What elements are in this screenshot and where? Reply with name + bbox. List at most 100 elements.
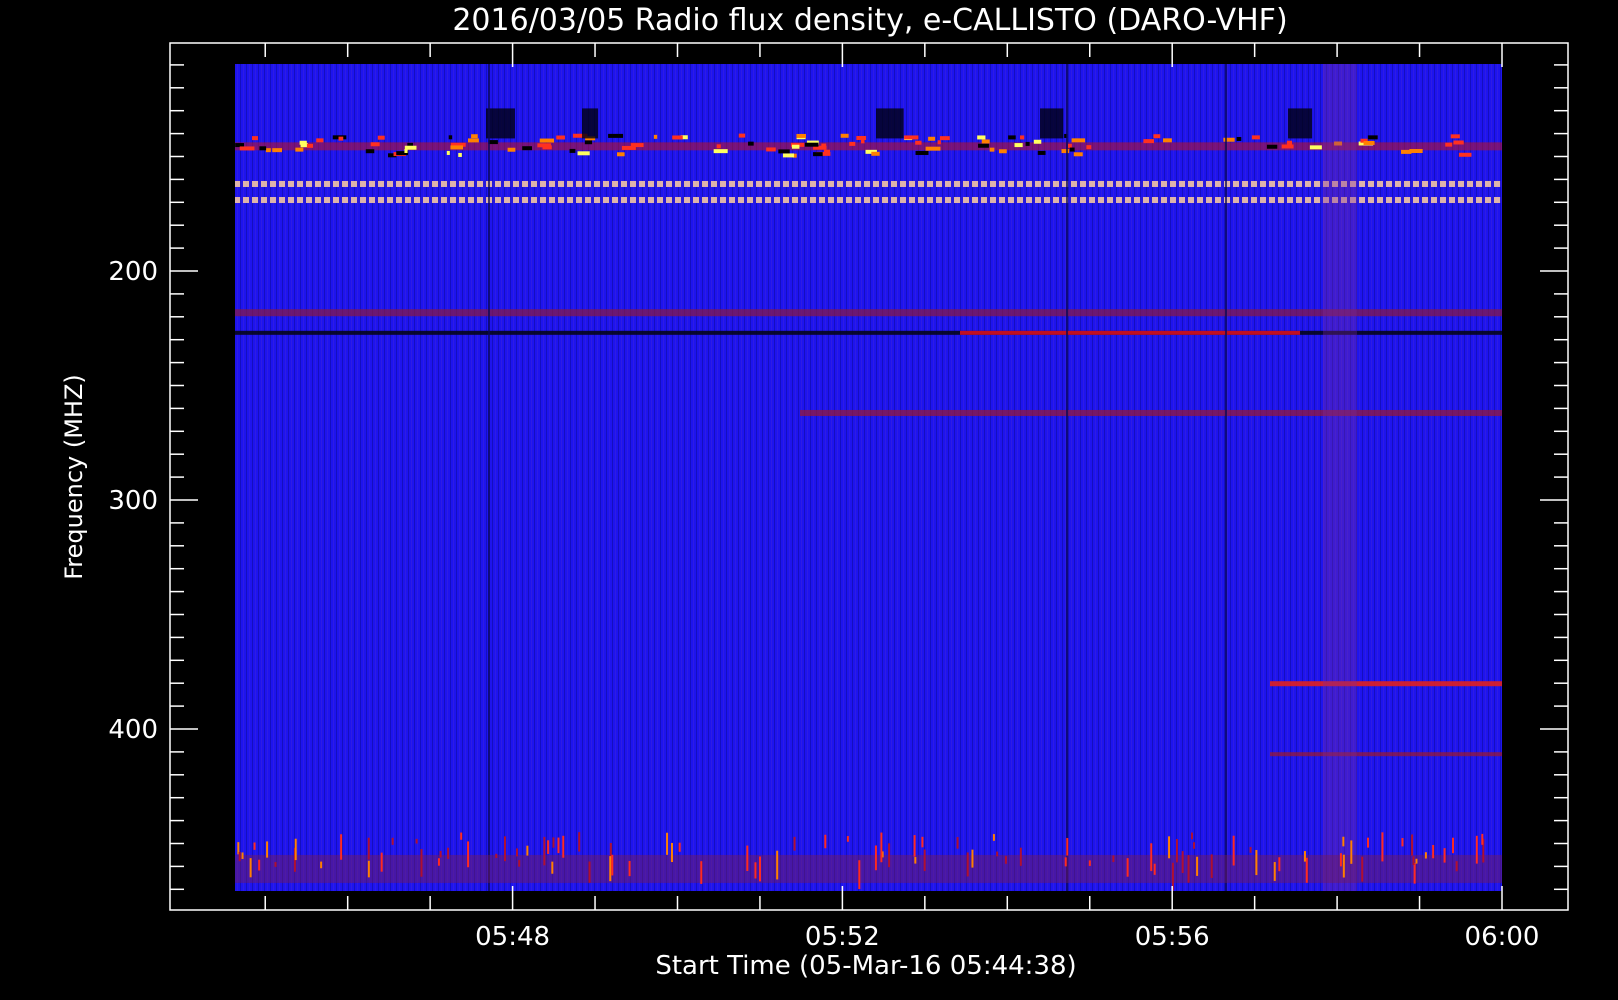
bottom-spike <box>467 841 470 868</box>
bottom-spike <box>340 834 343 860</box>
bottom-spike <box>678 842 681 852</box>
rfi-spot <box>370 142 380 147</box>
vertical-streak <box>488 64 490 891</box>
bottom-spike <box>415 838 418 844</box>
bottom-spike <box>1273 862 1276 881</box>
bottom-spike <box>420 849 423 877</box>
bottom-spike <box>547 840 550 854</box>
rfi-spot <box>672 135 683 140</box>
broadband-column <box>1323 64 1357 891</box>
rfi-spot <box>272 148 283 153</box>
spectrogram-texture <box>235 64 1502 891</box>
bottom-spike <box>956 837 959 849</box>
bottom-spike <box>320 861 323 869</box>
rfi-spot <box>1025 141 1030 146</box>
dashed-band-169 <box>235 197 1502 204</box>
bottom-spike <box>447 847 450 859</box>
rfi-spot <box>813 152 823 157</box>
bottom-spike <box>460 832 463 840</box>
x-tick-label: 05:56 <box>1135 922 1210 952</box>
bottom-spike <box>1339 853 1342 867</box>
bottom-spike <box>793 836 796 851</box>
bottom-spike <box>858 860 861 890</box>
rfi-spot <box>981 139 990 144</box>
vertical-streak <box>1066 64 1068 891</box>
bottom-spike <box>1064 857 1067 867</box>
bottom-spike <box>914 857 917 864</box>
rfi-spot <box>1400 149 1412 154</box>
rfi-spot <box>925 146 941 151</box>
rfi-spot <box>1069 147 1075 152</box>
bottom-spike <box>1415 858 1418 864</box>
bottom-band <box>235 854 1502 883</box>
dark-blotch <box>486 108 515 139</box>
rfi-spot <box>821 143 827 148</box>
bottom-spike <box>1249 846 1252 853</box>
rfi-spot <box>977 135 986 140</box>
rfi-spot <box>577 151 590 156</box>
rfi-spot <box>377 135 385 140</box>
x-tick-label: 05:48 <box>475 922 550 952</box>
bottom-spike <box>1452 837 1455 854</box>
rfi-spot <box>1037 150 1046 155</box>
dark-blotch <box>582 108 599 139</box>
rfi-spot <box>1450 134 1460 139</box>
rfi-spot <box>915 140 922 145</box>
rfi-spot <box>522 146 532 151</box>
rfi-spot <box>778 149 790 154</box>
rfi-spot <box>252 136 258 141</box>
rfi-spot <box>1008 135 1016 140</box>
bottom-spike <box>913 835 916 857</box>
bottom-spike <box>666 832 669 855</box>
rfi-spot <box>824 149 831 154</box>
bottom-spike <box>846 836 849 842</box>
rfi-spot <box>1153 134 1161 139</box>
bottom-spike <box>1112 855 1115 863</box>
bottom-spike <box>1196 856 1199 876</box>
rfi-spot <box>448 135 453 140</box>
bottom-spike <box>880 832 883 863</box>
rfi-spot <box>1363 140 1375 145</box>
line-262 <box>800 409 1502 416</box>
rfi-spot <box>1309 145 1322 150</box>
bottom-spike <box>588 861 591 883</box>
bottom-spike <box>923 849 926 872</box>
bottom-spike <box>1481 833 1484 845</box>
rfi-spot <box>539 138 555 143</box>
bottom-spike <box>495 853 498 858</box>
rfi-spot <box>295 147 304 152</box>
bottom-spike <box>996 851 999 857</box>
rfi-spot <box>1073 152 1083 157</box>
bottom-spike <box>1181 851 1184 873</box>
x-tick-label: 06:00 <box>1465 922 1540 952</box>
bottom-spike <box>562 835 565 858</box>
bottom-spike <box>746 845 749 871</box>
rfi-spot <box>316 138 324 143</box>
bottom-spike <box>1193 842 1196 849</box>
rfi-spot <box>507 147 516 152</box>
rfi-spot <box>471 134 478 139</box>
rfi-spot <box>791 144 800 149</box>
bottom-spike <box>294 838 297 861</box>
rfi-spot <box>630 143 644 148</box>
bottom-spike <box>966 852 969 877</box>
bottom-spike <box>516 848 519 857</box>
bottom-spike <box>1443 848 1446 863</box>
rfi-spot <box>1266 144 1278 149</box>
bottom-spike <box>1303 851 1306 862</box>
rfi-spot <box>840 133 849 138</box>
rfi-spot <box>1014 143 1023 148</box>
rfi-spot <box>584 140 593 145</box>
rfi-spot <box>450 145 463 150</box>
line-411 <box>1270 752 1502 757</box>
spectrogram-chart: 2016/03/05 Radio flux density, e-CALLIST… <box>60 3 1569 981</box>
bottom-spike <box>1190 832 1193 840</box>
bottom-spike <box>1350 840 1353 864</box>
rfi-spot <box>299 140 307 145</box>
bottom-spike <box>1255 850 1258 876</box>
bottom-spike <box>1342 854 1345 878</box>
bottom-spike <box>1367 837 1370 848</box>
bottom-spike <box>258 859 261 871</box>
rfi-spot <box>796 133 807 138</box>
rfi-spot <box>1162 138 1172 143</box>
